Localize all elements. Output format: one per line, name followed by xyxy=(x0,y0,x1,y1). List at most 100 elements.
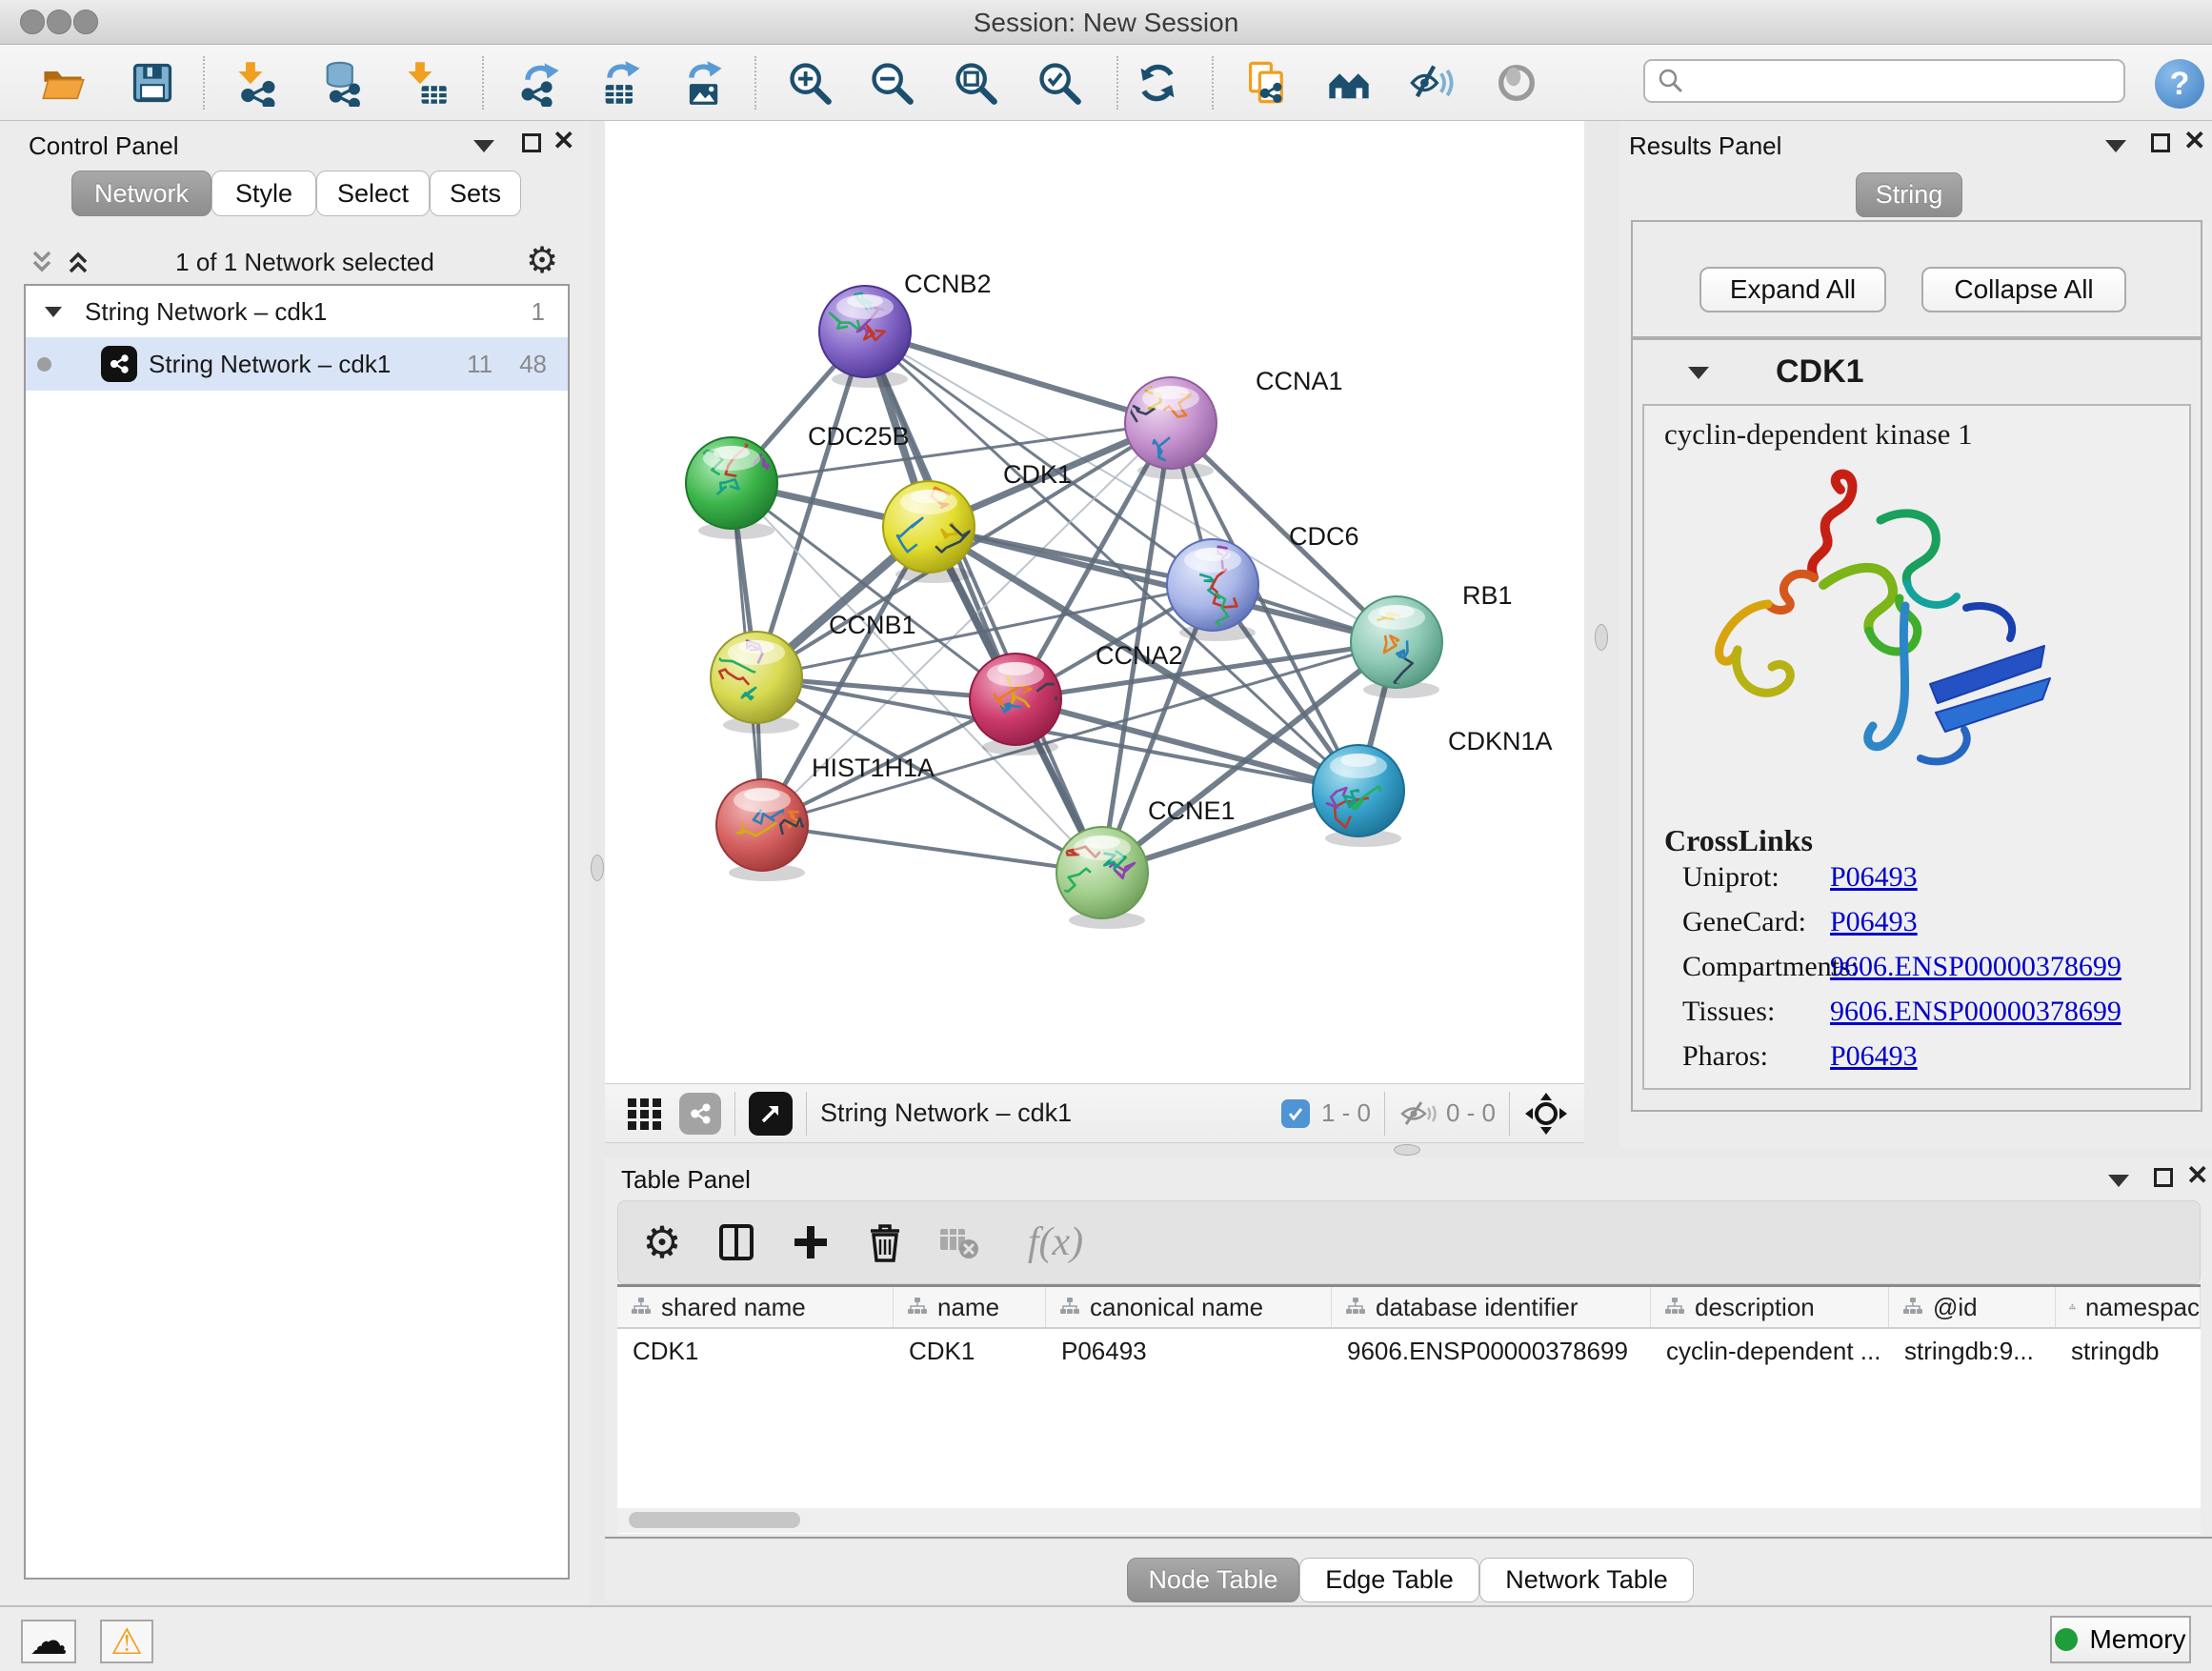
help-icon[interactable]: ? xyxy=(2155,59,2204,109)
crosslink-value-link[interactable]: P06493 xyxy=(1830,1040,1918,1073)
collapse-all-icon[interactable] xyxy=(27,247,57,277)
node-label-HIST1H1A: HIST1H1A xyxy=(812,754,935,782)
panel-menu-icon[interactable] xyxy=(2105,140,2126,152)
edge-CCNB2-CCNA1[interactable] xyxy=(865,332,1171,423)
tab-sets[interactable]: Sets xyxy=(430,171,521,216)
protein-structure-image xyxy=(1680,459,2081,810)
open-session-icon[interactable] xyxy=(37,57,89,109)
export-image-icon[interactable] xyxy=(677,57,729,109)
network-row-selected[interactable]: String Network – cdk1 11 48 xyxy=(26,337,568,391)
refresh-icon[interactable] xyxy=(1132,57,1183,109)
float-panel-icon[interactable] xyxy=(2151,133,2170,152)
zoom-selected-icon[interactable] xyxy=(1034,57,1085,109)
table-cell[interactable]: CDK1 xyxy=(617,1329,894,1373)
tab-select[interactable]: Select xyxy=(316,171,430,216)
crosslink-value-link[interactable]: 9606.ENSP00000378699 xyxy=(1830,951,2122,983)
hide-unhide-panels-icon[interactable] xyxy=(1406,57,1458,109)
float-panel-icon[interactable] xyxy=(522,133,541,152)
table-cell[interactable]: 9606.ENSP00000378699 xyxy=(1332,1329,1651,1373)
tab-style[interactable]: Style xyxy=(211,171,316,216)
import-network-from-database-icon[interactable] xyxy=(317,57,369,109)
search-input[interactable] xyxy=(1693,67,2123,96)
tab-network[interactable]: Network xyxy=(71,171,211,216)
inactive-eye-icon[interactable] xyxy=(1491,57,1542,109)
close-panel-icon[interactable]: ✕ xyxy=(2186,1159,2208,1191)
tab-string[interactable]: String xyxy=(1856,172,1962,217)
memory-button[interactable]: Memory xyxy=(2050,1616,2191,1663)
edge-CCNB2-CCNE1[interactable] xyxy=(865,332,1102,873)
footer-separator xyxy=(1509,1092,1510,1136)
network-share-view-icon[interactable] xyxy=(679,1093,721,1135)
show-all-apps-icon[interactable] xyxy=(1323,57,1375,109)
delete-column-icon[interactable] xyxy=(855,1212,915,1273)
panel-menu-icon[interactable] xyxy=(473,140,494,152)
network-node-count: 11 xyxy=(467,350,493,379)
table-cell[interactable]: cyclin-dependent ... xyxy=(1651,1329,1889,1373)
collapse-all-button[interactable]: Collapse All xyxy=(1921,267,2126,312)
close-panel-icon[interactable]: ✕ xyxy=(553,125,574,156)
node-CCNA1[interactable]: CCNA1 xyxy=(1125,367,1343,479)
collection-expand-icon[interactable] xyxy=(45,307,62,317)
network-options-gear-icon[interactable]: ⚙ xyxy=(526,239,558,281)
select-columns-icon[interactable] xyxy=(706,1212,767,1273)
gene-collapse-icon[interactable] xyxy=(1688,367,1709,379)
expand-all-button[interactable]: Expand All xyxy=(1699,267,1886,312)
node-RB1[interactable]: RB1 xyxy=(1351,581,1513,698)
column-header--id[interactable]: @id xyxy=(1889,1287,2056,1327)
copy-network-icon[interactable] xyxy=(1241,57,1293,109)
zoom-fit-content-icon[interactable] xyxy=(950,57,1001,109)
node-label-CDC25B: CDC25B xyxy=(808,422,910,451)
right-splitter[interactable] xyxy=(1584,121,1619,1149)
float-panel-icon[interactable] xyxy=(2154,1168,2173,1187)
crosslink-value-link[interactable]: P06493 xyxy=(1830,861,1918,894)
table-horizontal-scrollbar[interactable] xyxy=(617,1508,2201,1533)
table-panel: Table Panel ✕ ⚙ f(x) shared namenamecano… xyxy=(605,1158,2212,1601)
add-column-icon[interactable] xyxy=(780,1212,841,1273)
close-panel-icon[interactable]: ✕ xyxy=(2183,125,2205,156)
node-HIST1H1A[interactable]: HIST1H1A xyxy=(716,754,935,881)
column-header-database-identifier[interactable]: database identifier xyxy=(1332,1287,1651,1327)
tab-edge-table[interactable]: Edge Table xyxy=(1299,1558,1479,1602)
crosslink-value-link[interactable]: P06493 xyxy=(1830,906,1918,938)
table-cell[interactable]: P06493 xyxy=(1046,1329,1332,1373)
hidden-eye-icon[interactable] xyxy=(1398,1099,1437,1128)
expand-all-icon[interactable] xyxy=(63,247,93,277)
tab-network-table[interactable]: Network Table xyxy=(1479,1558,1694,1602)
column-header-name[interactable]: name xyxy=(894,1287,1046,1327)
zoom-in-icon[interactable] xyxy=(784,57,835,109)
save-session-icon[interactable] xyxy=(127,57,178,109)
column-header-shared-name[interactable]: shared name xyxy=(617,1287,894,1327)
export-network-icon[interactable] xyxy=(513,57,565,109)
tab-node-table[interactable]: Node Table xyxy=(1127,1558,1299,1602)
grid-view-icon[interactable] xyxy=(624,1093,666,1135)
table-cell[interactable]: stringdb xyxy=(2056,1329,2201,1373)
export-table-icon[interactable] xyxy=(595,57,647,109)
crosslink-value-link[interactable]: 9606.ENSP00000378699 xyxy=(1830,996,2122,1028)
column-header-canonical-name[interactable]: canonical name xyxy=(1046,1287,1332,1327)
node-CDC25B[interactable]: CDC25B xyxy=(686,422,910,539)
table-row[interactable]: CDK1CDK1P064939606.ENSP00000378699cyclin… xyxy=(617,1329,2201,1373)
scrollbar-thumb[interactable] xyxy=(629,1512,800,1528)
left-splitter[interactable] xyxy=(591,121,605,1605)
selected-checkbox-icon[interactable] xyxy=(1281,1099,1310,1128)
edge-HIST1H1A-CCNE1[interactable] xyxy=(762,825,1102,873)
fit-selected-crosshair-icon[interactable] xyxy=(1523,1091,1569,1137)
import-network-icon[interactable] xyxy=(231,57,283,109)
table-cell[interactable]: CDK1 xyxy=(894,1329,1046,1373)
warning-icon[interactable]: ⚠ xyxy=(100,1620,153,1663)
network-canvas[interactable]: CCNB2CCNA1CDC25BCDK1CDC6RB1CCNB1CCNA2CDK… xyxy=(605,121,1584,1083)
network-collection-row[interactable]: String Network – cdk1 1 xyxy=(26,286,568,337)
table-settings-gear-icon[interactable]: ⚙ xyxy=(632,1212,693,1273)
column-header-description[interactable]: description xyxy=(1651,1287,1889,1327)
network-status-dot-icon xyxy=(37,357,51,372)
table-cell[interactable]: stringdb:9... xyxy=(1889,1329,2056,1373)
function-builder-icon: f(x) xyxy=(1003,1212,1108,1273)
panel-menu-icon[interactable] xyxy=(2108,1175,2129,1187)
import-table-icon[interactable] xyxy=(401,57,452,109)
column-header-namespac[interactable]: namespac xyxy=(2056,1287,2201,1327)
zoom-out-icon[interactable] xyxy=(866,57,917,109)
cloud-status-icon[interactable]: ☁ xyxy=(21,1620,76,1663)
node-CDKN1A[interactable]: CDKN1A xyxy=(1313,727,1553,847)
toolbar-separator xyxy=(482,56,484,110)
birdseye-view-icon[interactable] xyxy=(749,1092,793,1136)
